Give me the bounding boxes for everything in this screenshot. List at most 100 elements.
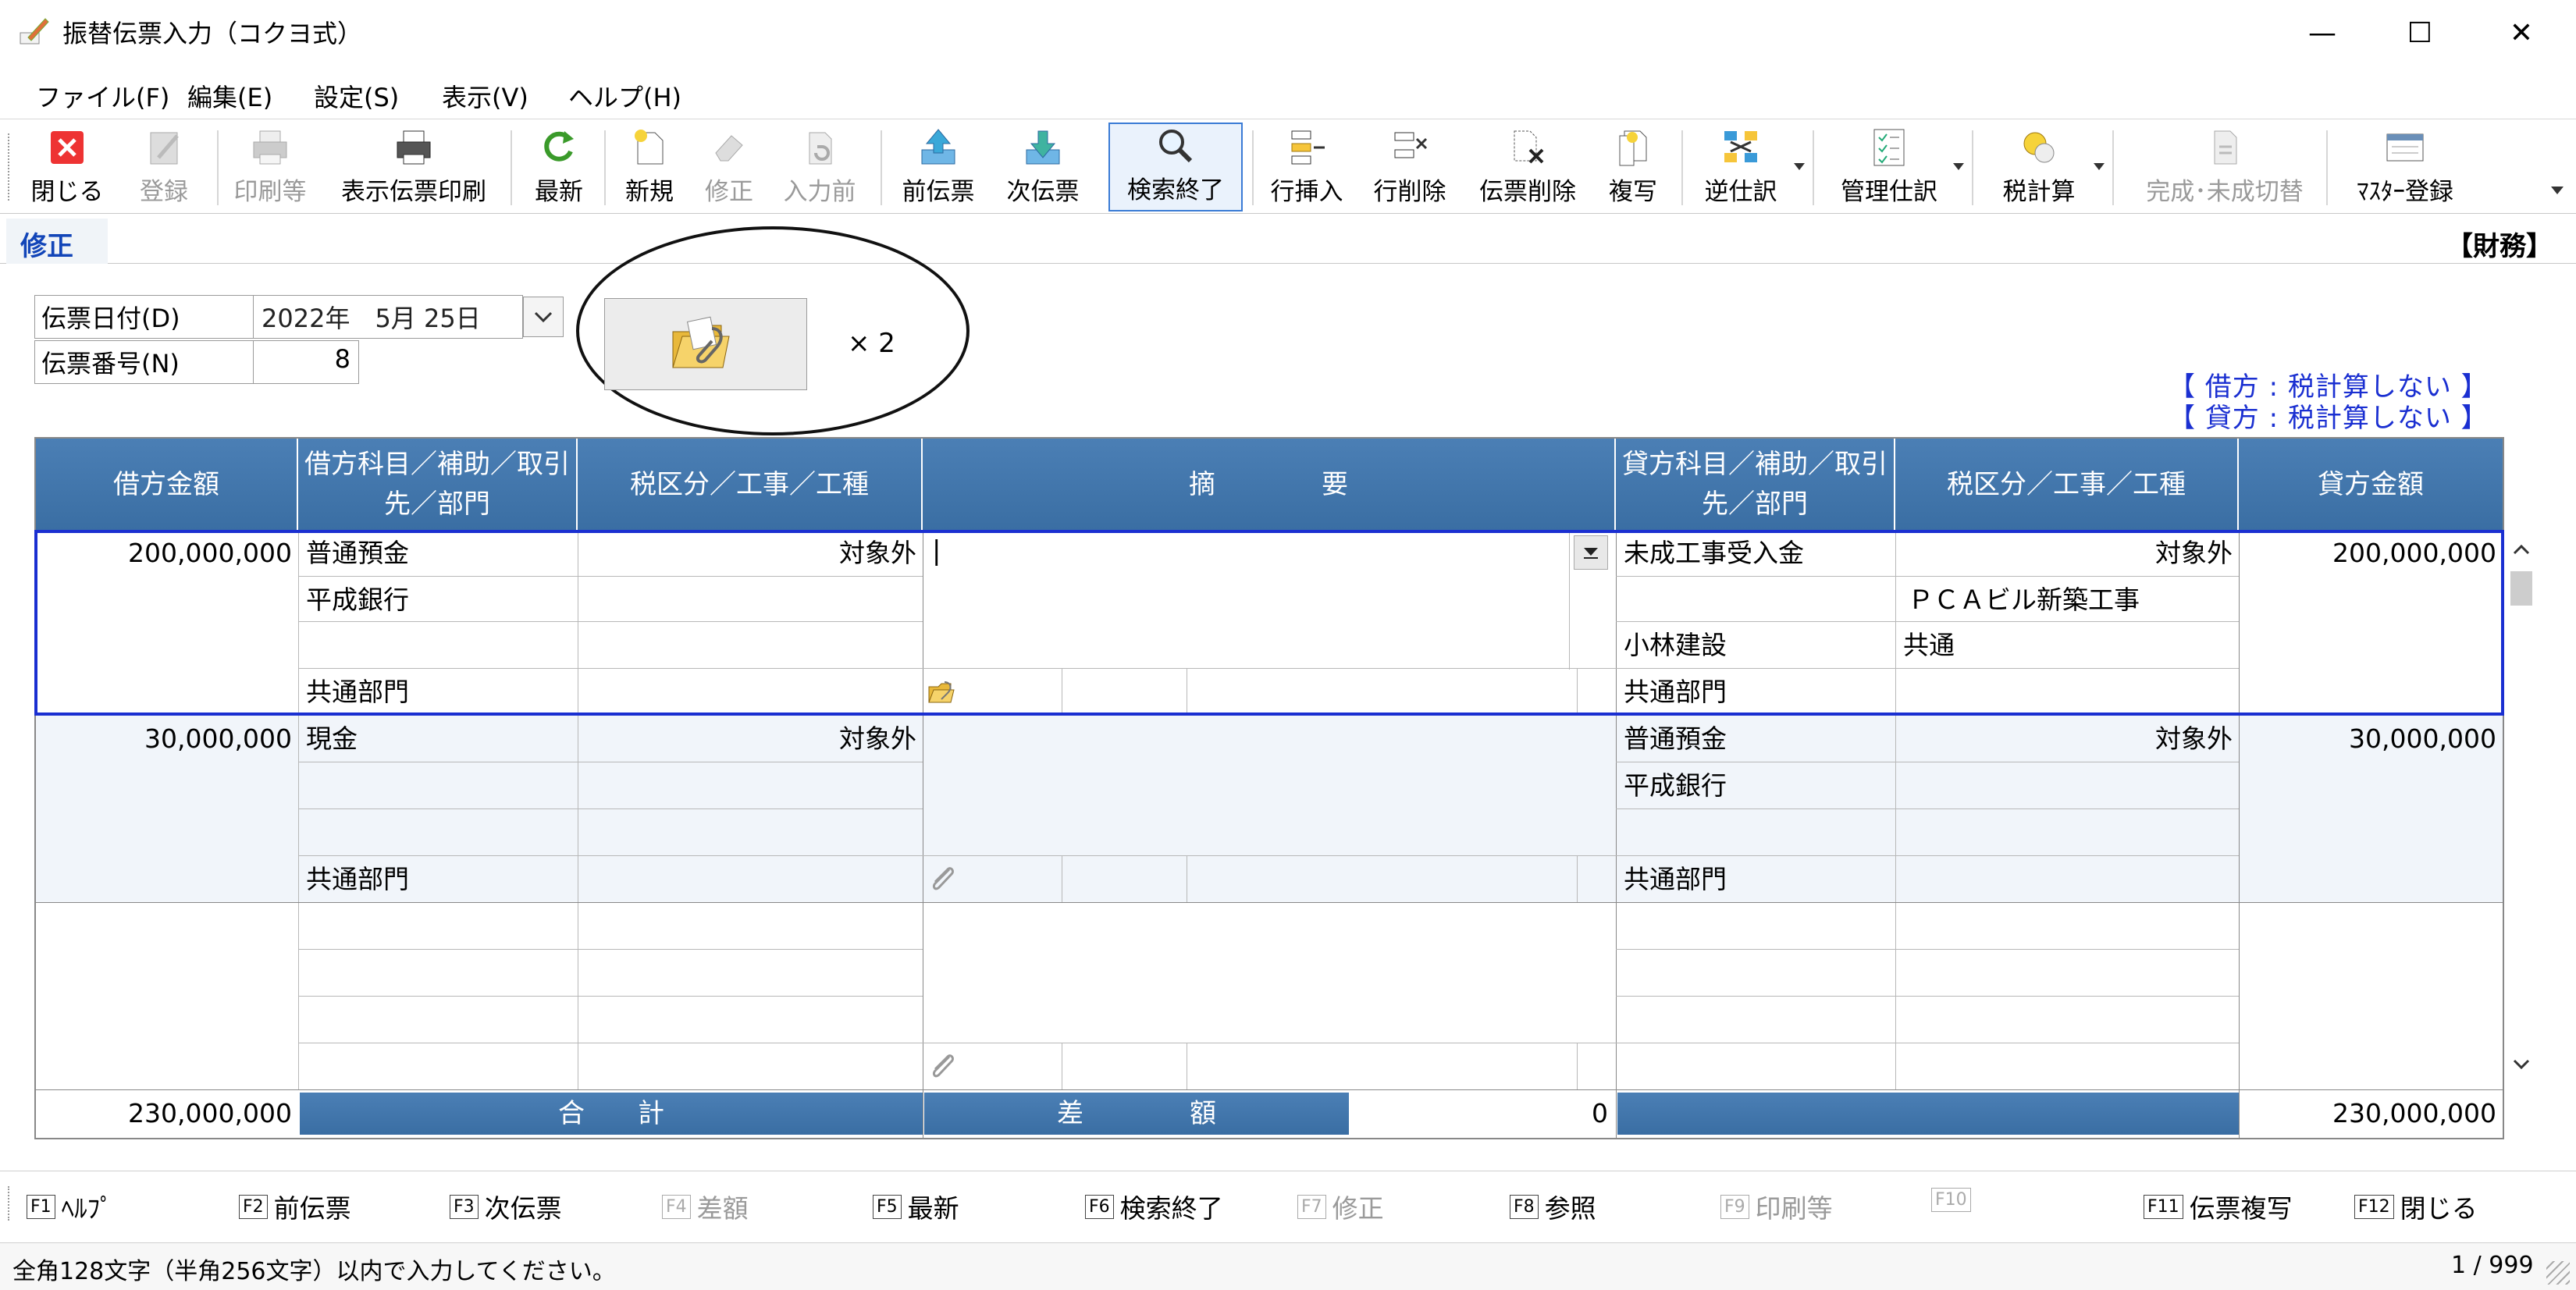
toolbar-separator [1972,130,1973,205]
f2-prev-slip-button[interactable]: F2 前伝票 [239,1188,351,1225]
f3-next-slip-button[interactable]: F3 次伝票 [450,1188,562,1225]
row2-debit-dept[interactable]: 共通部門 [300,857,923,902]
row2-paperclip-icon[interactable] [926,863,957,894]
master-register-button[interactable]: ﾏｽﾀｰ登録 [2339,123,2471,211]
minimize-button[interactable]: — [2272,0,2373,66]
menu-settings[interactable]: 設定(S) [314,78,399,114]
row2-debit-account[interactable]: 現金 [300,716,578,762]
row2-credit-partner[interactable] [1617,810,1895,855]
register-button[interactable]: 登録 [117,123,211,211]
debit-total: 230,000,000 [128,1098,292,1128]
print-etc-button[interactable]: 印刷等 [223,123,317,211]
complete-toggle-button[interactable]: 完成･未成切替 [2131,123,2318,211]
row2-credit-amount[interactable]: 30,000,000 [2240,716,2503,762]
row2-credit-project[interactable] [1897,763,2239,808]
row2-credit-dept[interactable]: 共通部門 [1617,857,2239,902]
chevron-down-icon [534,311,553,323]
before-input-button[interactable]: 入力前 [773,123,866,211]
row2-summary-input[interactable] [924,716,1614,854]
col-credit-account: 貸方科目／補助／取引先／部門 [1616,439,1895,531]
f7-modify-button[interactable]: F7 修正 [1297,1188,1384,1225]
toolbar-grip [8,133,10,201]
delete-row-icon [1389,126,1431,169]
print-display-button[interactable]: 表示伝票印刷 [328,123,500,211]
delete-row-button[interactable]: 行削除 [1368,123,1452,211]
refresh-button[interactable]: 最新 [518,123,600,211]
mgmt-entry-button[interactable]: 管理仕訳 [1827,123,1952,211]
toolbar-separator [1681,130,1683,205]
scroll-down-icon[interactable] [2512,1058,2531,1071]
menu-help[interactable]: ヘルプ(H) [568,78,681,114]
f11-copy-slip-button[interactable]: F11 伝票複写 [2144,1188,2293,1225]
row1-selection-border [34,530,2504,716]
f4-diff-button[interactable]: F4 差額 [662,1188,749,1225]
menu-edit[interactable]: 編集(E) [187,78,272,114]
row2-credit-tax[interactable]: 対象外 [1897,716,2239,762]
row2-credit-sub[interactable]: 平成銀行 [1617,763,1895,808]
toolbar: 閉じる 登録 印刷等 表示伝票印刷 最新 新規 修正 入力前 前伝票 次伝票 検… [0,119,2576,214]
number-label: 伝票番号(N) [34,340,254,384]
printer-icon [249,126,291,169]
toolbar-separator [2112,130,2114,205]
close-button[interactable]: 閉じる [20,123,114,211]
modify-button[interactable]: 修正 [692,123,767,211]
next-slip-button[interactable]: 次伝票 [994,123,1091,211]
row2-debit-sub[interactable] [300,763,578,808]
refresh-icon [538,126,580,169]
f10-button[interactable]: F10 [1931,1188,1977,1212]
mgmt-entry-dropdown-arrow[interactable] [1953,163,1964,170]
arrow-down-icon [1022,126,1064,169]
scroll-up-icon[interactable] [2512,543,2531,556]
date-input[interactable]: 2022年 5月 25日 [253,295,523,339]
slip-number-input[interactable]: 8 [253,340,359,384]
toolbar-overflow-arrow[interactable] [2551,187,2564,194]
f8-reference-button[interactable]: F8 参照 [1510,1188,1596,1225]
search-end-button[interactable]: 検索終了 [1108,123,1243,211]
maximize-button[interactable]: ☐ [2369,0,2471,66]
menu-bar: ファイル(F) 編集(E) 設定(S) 表示(V) ヘルプ(H) [0,72,2576,115]
diff-label: 差 額 [924,1093,1349,1135]
date-label: 伝票日付(D) [34,295,254,339]
row2-credit-account[interactable]: 普通預金 [1617,716,1895,762]
master-register-icon [2384,126,2426,169]
mode-tab: 修正 [6,219,108,264]
resize-grip[interactable] [2546,1261,2570,1285]
tax-calc-dropdown-arrow[interactable] [2094,163,2105,170]
toolbar-separator [1252,130,1254,205]
delete-slip-button[interactable]: 伝票削除 [1468,123,1588,211]
grid-scrollbar[interactable] [2506,531,2537,1089]
col-debit-amount: 借方金額 [36,439,298,531]
attachment-button[interactable] [604,298,807,390]
f9-print-button[interactable]: F9 印刷等 [1720,1188,1833,1225]
mode-strip: 修正 【財務】 [0,219,2576,264]
printer-icon [393,126,435,169]
f6-search-end-button[interactable]: F6 検索終了 [1085,1188,1223,1225]
f5-refresh-button[interactable]: F5 最新 [873,1188,959,1225]
copy-button[interactable]: 複写 [1592,123,1674,211]
new-button[interactable]: 新規 [612,123,687,211]
menu-file[interactable]: ファイル(F) [36,78,169,114]
row2-credit-worktype[interactable] [1897,810,2239,855]
row2-debit-partner[interactable] [300,810,578,855]
toolbar-separator [217,130,219,205]
row2-debit-tax[interactable]: 対象外 [579,716,923,762]
close-red-icon [46,126,88,169]
scroll-thumb[interactable] [2510,571,2532,606]
close-window-button[interactable]: ✕ [2471,0,2572,66]
date-dropdown-button[interactable] [523,297,564,337]
title-bar: 振替伝票入力（コクヨ式） — ☐ ✕ [0,0,2576,66]
reverse-entry-icon [1720,126,1762,169]
menu-view[interactable]: 表示(V) [442,78,528,114]
row3-paperclip-icon[interactable] [926,1050,957,1082]
f12-close-button[interactable]: F12 閉じる [2354,1188,2478,1225]
reverse-entry-button[interactable]: 逆仕訳 [1691,123,1791,211]
tax-calc-button[interactable]: 税計算 [1987,123,2090,211]
empty-entry-row[interactable] [36,904,2503,1088]
prev-slip-button[interactable]: 前伝票 [890,123,987,211]
reverse-entry-dropdown-arrow[interactable] [1794,163,1805,170]
attachment-count: × 2 [848,328,895,359]
f1-help-button[interactable]: F1 ﾍﾙﾌﾟ [27,1188,113,1225]
row2-debit-amount[interactable]: 30,000,000 [36,716,298,762]
insert-row-button[interactable]: 行挿入 [1261,123,1352,211]
toolbar-separator [511,130,512,205]
